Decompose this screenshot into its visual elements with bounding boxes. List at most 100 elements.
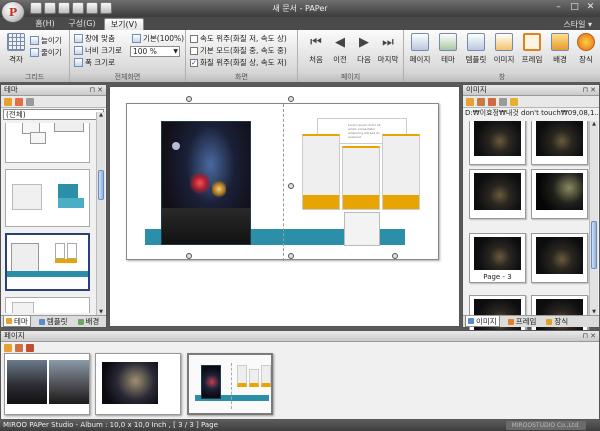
add-page-icon[interactable]	[4, 344, 12, 352]
insert-page-icon[interactable]	[15, 344, 23, 352]
page-thumb[interactable]	[187, 353, 273, 415]
tab-images[interactable]: 이미지	[465, 316, 500, 327]
scroll-up-icon[interactable]: ▲	[590, 121, 598, 127]
scroll-thumb[interactable]	[591, 221, 597, 269]
page-nav-group-label: 페이지	[298, 72, 403, 82]
basic-mode-option[interactable]: 기본 모드(화질 중, 속도 중)	[190, 45, 287, 56]
ribbon: 격자 늘이기 줄이기 그리드 창에 맞춤 너비 크기로 폭 크기로 기본(100…	[0, 30, 600, 82]
tab-decor[interactable]: 장식	[544, 316, 570, 327]
refresh-icon[interactable]	[510, 98, 518, 106]
page-thumb[interactable]	[95, 353, 181, 415]
tab-view[interactable]: 보기(V)	[104, 18, 144, 30]
pages-window-button[interactable]: 페이지	[406, 33, 434, 65]
theme-panel-toolbar	[1, 96, 106, 108]
resize-handle[interactable]	[288, 96, 294, 102]
grid-button[interactable]: 격자	[2, 33, 30, 65]
background-icon	[551, 33, 569, 51]
decor-window-button[interactable]: 장식	[572, 33, 600, 65]
page-thumb[interactable]	[4, 353, 90, 415]
import-icon[interactable]	[488, 98, 496, 106]
tab-template[interactable]: 템플릿	[37, 316, 70, 327]
theme-window-button[interactable]: 테마	[434, 33, 462, 65]
theme-filter-select[interactable]: (전체)▼	[3, 109, 104, 120]
frames-window-button[interactable]: 프레임	[518, 33, 546, 65]
add-theme-icon[interactable]	[4, 98, 12, 106]
panel-pin-icon[interactable]: ⊓ ✕	[582, 331, 596, 341]
default-zoom-button[interactable]: 기본(100%)	[132, 33, 184, 44]
zoom-select[interactable]: 100 % ▼	[130, 46, 180, 57]
open-theme-icon[interactable]	[15, 98, 23, 106]
photo-frame-4[interactable]	[344, 212, 380, 246]
photo-frame-3[interactable]	[382, 134, 420, 210]
fit-width-icon	[74, 46, 83, 55]
tab-frames[interactable]: 프레임	[506, 316, 539, 327]
open-folder-icon[interactable]	[466, 98, 474, 106]
decor-tab-icon	[546, 318, 553, 325]
delete-page-icon[interactable]	[26, 344, 34, 352]
background-window-button[interactable]: 배경	[546, 33, 574, 65]
list-item[interactable]	[5, 297, 90, 313]
minimize-button[interactable]: –	[552, 2, 565, 14]
photo-frame-2[interactable]	[342, 146, 380, 210]
night-street-photo[interactable]	[161, 121, 251, 245]
templates-window-button[interactable]: 템플릿	[462, 33, 490, 65]
album-spread[interactable]: Lorem ipsum dolor sit amet, consectetur …	[126, 103, 439, 261]
image-scrollbar[interactable]: ▲ ▼	[589, 121, 598, 315]
speed-mode-option[interactable]: 속도 위주(화질 저, 속도 상)	[190, 33, 287, 44]
theme-panel-header: 테마 ⊓ ✕	[1, 85, 106, 96]
image-thumb[interactable]: Page - 3	[469, 233, 526, 283]
list-item[interactable]	[5, 169, 90, 227]
quality-mode-option[interactable]: ✓ 화질 위주(화질 상, 속도 저)	[190, 57, 287, 68]
image-thumb[interactable]	[531, 121, 588, 165]
basic-mode-checkbox[interactable]	[190, 46, 198, 55]
quality-mode-checkbox[interactable]: ✓	[190, 58, 198, 67]
panel-pin-icon[interactable]: ⊓ ✕	[582, 85, 596, 95]
photo-frame-1[interactable]	[302, 134, 340, 210]
zoom-out-button[interactable]: 줄이기	[30, 47, 62, 58]
close-button[interactable]: ✕	[584, 2, 597, 14]
zoom-in-button[interactable]: 늘이기	[30, 35, 62, 46]
grid-icon	[7, 33, 25, 51]
theme-panel: 테마⊓ ✕ (전체)▼ ▲ ▼	[0, 84, 107, 328]
image-thumb[interactable]	[469, 169, 526, 219]
rotate-icon[interactable]	[499, 98, 507, 106]
pages-panel-header: 페이지 ⊓ ✕	[1, 331, 599, 342]
resize-handle[interactable]	[288, 183, 294, 189]
edit-theme-icon[interactable]	[26, 98, 34, 106]
resize-handle[interactable]	[288, 253, 294, 259]
scroll-up-icon[interactable]: ▲	[97, 112, 105, 118]
background-tab-icon	[77, 318, 84, 325]
resize-handle[interactable]	[186, 96, 192, 102]
fit-width2-icon	[74, 58, 83, 67]
tab-home[interactable]: 홈(H)	[30, 18, 60, 30]
pages-toolbar	[1, 342, 599, 354]
images-window-button[interactable]: 이미지	[490, 33, 518, 65]
image-thumb[interactable]	[469, 121, 526, 165]
maximize-button[interactable]: □	[568, 2, 581, 14]
image-thumb[interactable]	[531, 233, 588, 283]
list-item[interactable]	[5, 233, 90, 291]
speed-mode-checkbox[interactable]	[190, 34, 198, 43]
fit-width-button[interactable]: 너비 크기로	[74, 45, 122, 56]
resize-handle[interactable]	[392, 253, 398, 259]
list-item[interactable]	[5, 123, 90, 163]
tab-compose[interactable]: 구성(G)	[64, 18, 100, 30]
app-menu-button[interactable]: P	[1, 1, 25, 23]
panel-pin-icon[interactable]: ⊓ ✕	[89, 85, 103, 95]
resize-handle[interactable]	[186, 253, 192, 259]
style-menu[interactable]: 스타일 ▾	[563, 19, 592, 30]
zoom-out-icon	[30, 48, 39, 57]
fit-width2-button[interactable]: 폭 크기로	[74, 57, 115, 68]
folder-up-icon[interactable]	[477, 98, 485, 106]
images-tab-icon	[468, 318, 474, 324]
default-zoom-icon	[132, 34, 141, 43]
image-thumb[interactable]	[531, 169, 588, 219]
image-panel-tabs: 이미지 프레임 장식	[463, 315, 599, 327]
tab-background[interactable]: 배경	[76, 316, 102, 327]
fit-screen-button[interactable]: 창에 맞춤	[74, 33, 115, 44]
last-page-button[interactable]: ⏭ 마지막	[374, 33, 402, 65]
theme-scrollbar[interactable]: ▲ ▼	[96, 112, 105, 315]
scroll-thumb[interactable]	[98, 170, 104, 200]
tab-theme[interactable]: 테마	[3, 316, 31, 327]
editor-canvas[interactable]: Lorem ipsum dolor sit amet, consectetur …	[109, 86, 460, 327]
